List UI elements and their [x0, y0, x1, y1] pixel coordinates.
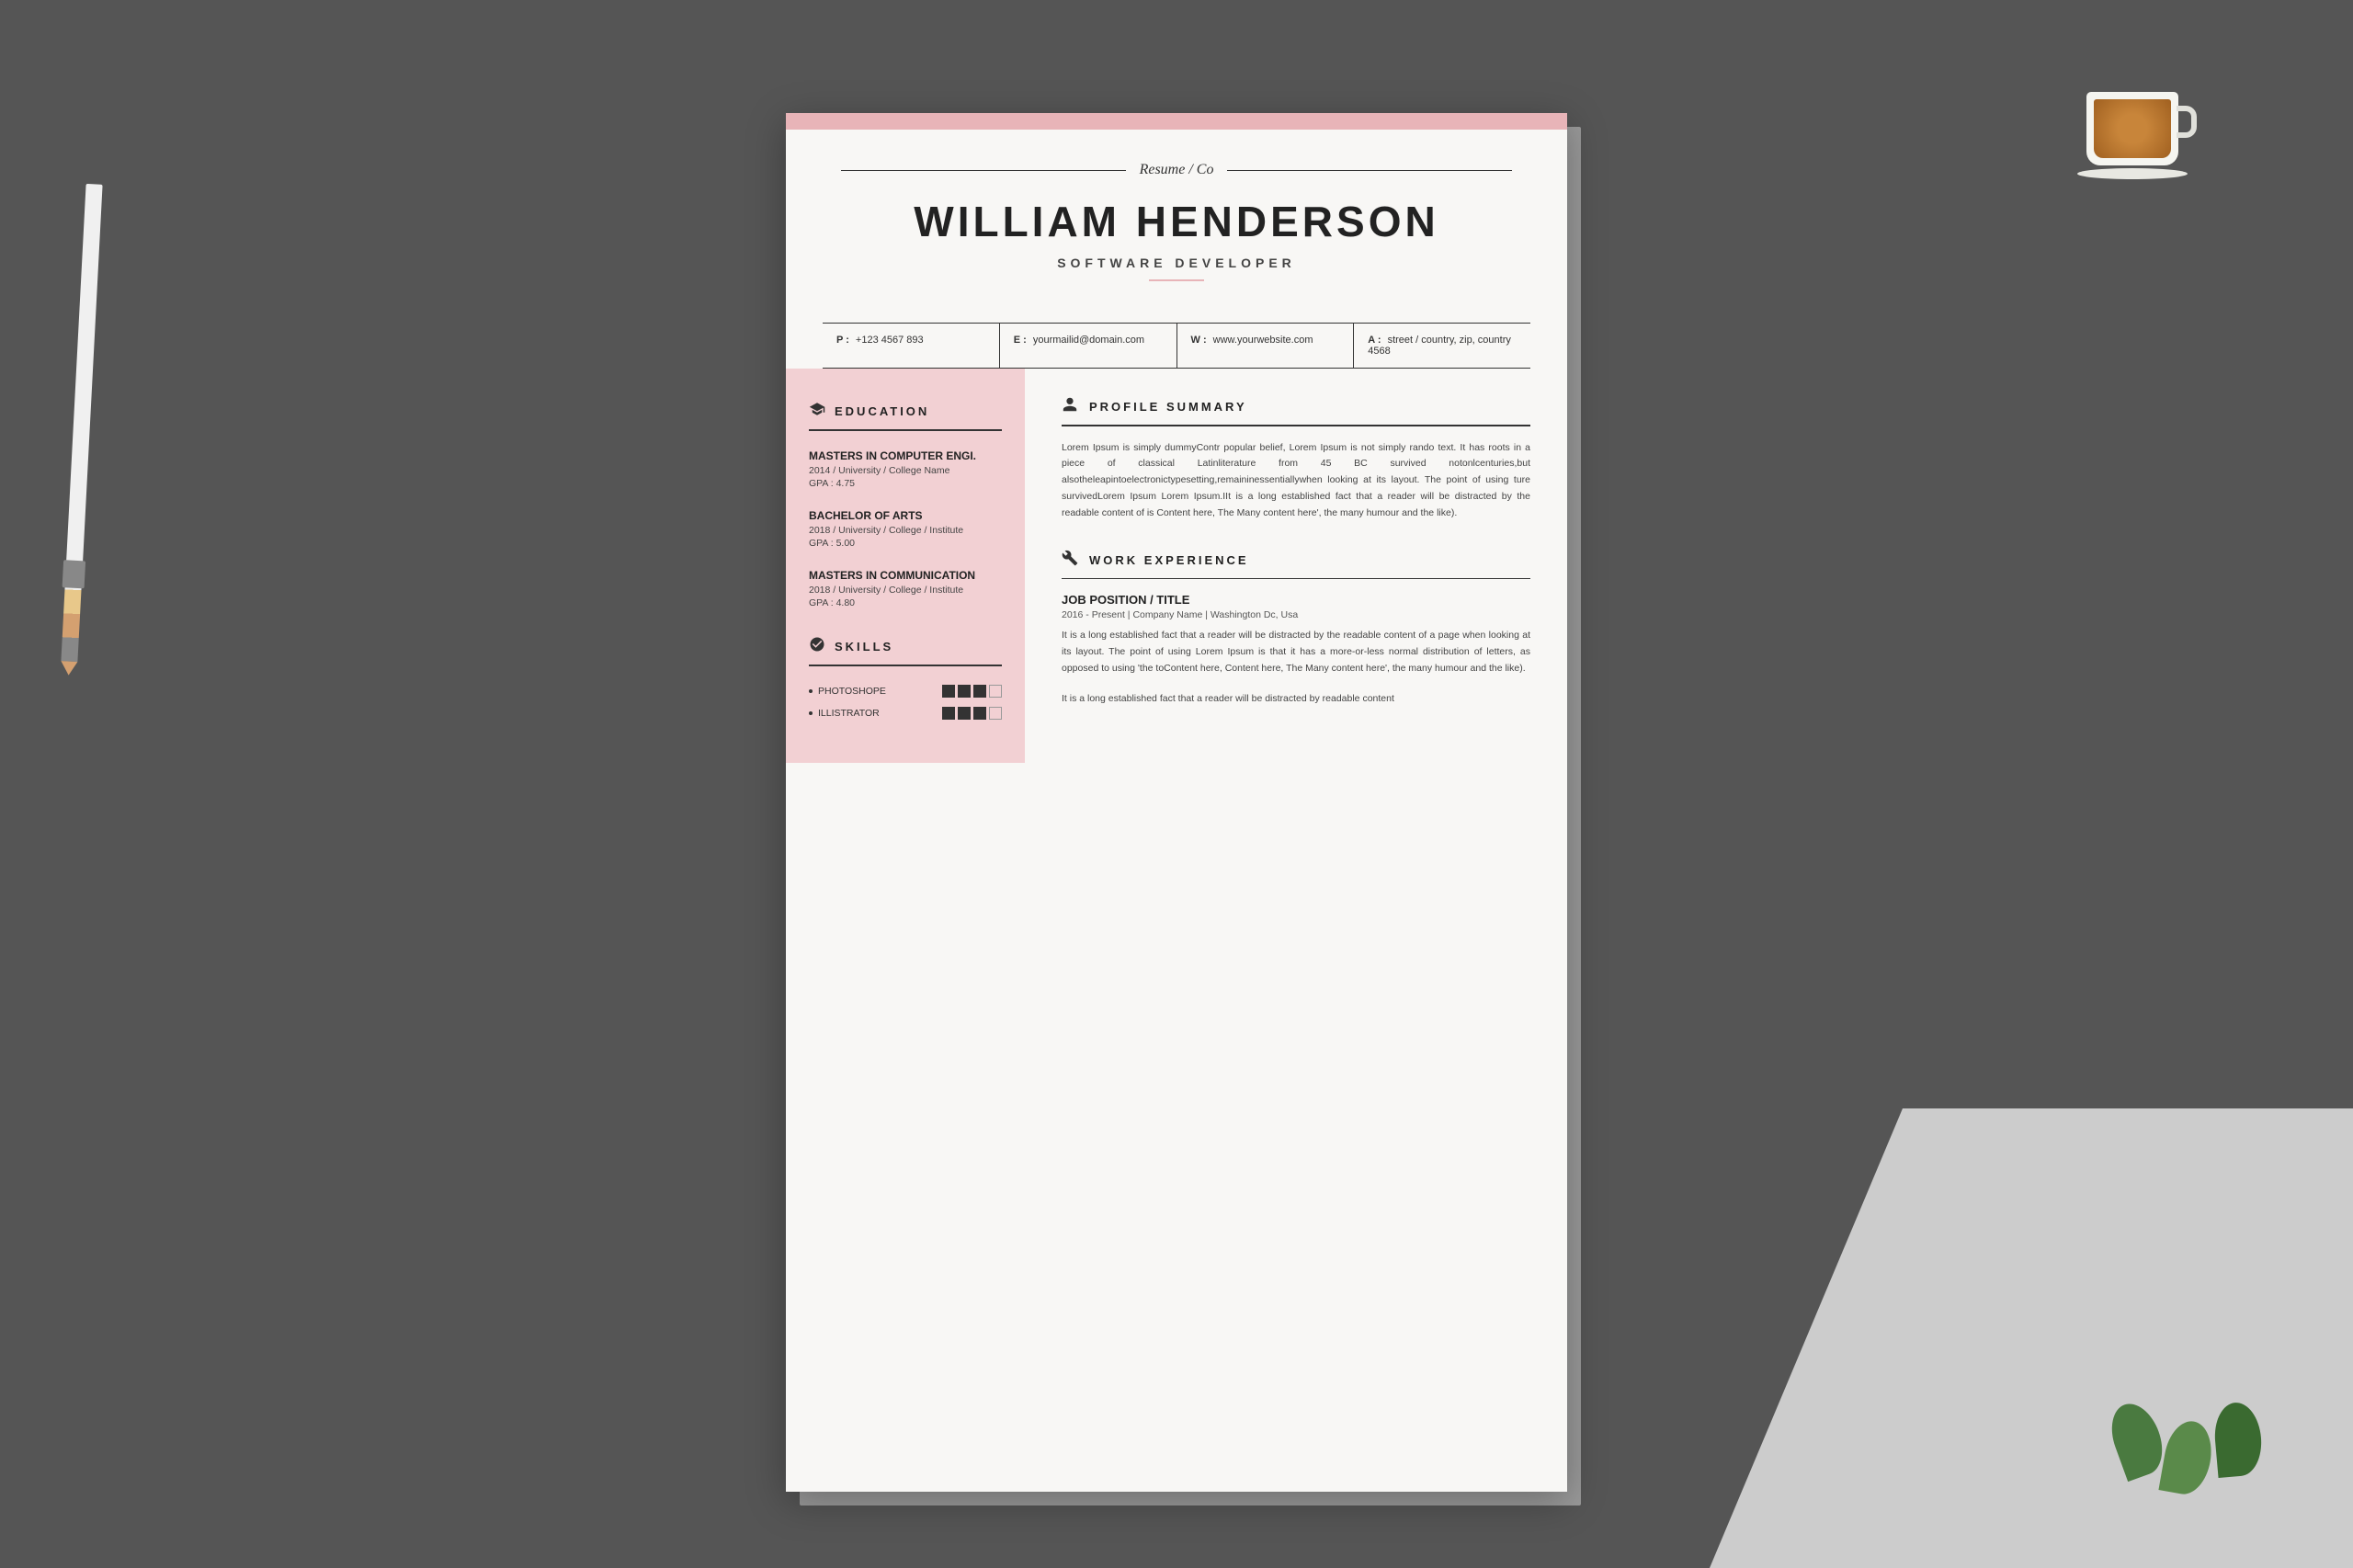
skill-bar-2-2: [958, 707, 971, 720]
skill-bars-1: [942, 685, 1002, 698]
job-description-2: It is a long established fact that a rea…: [1062, 691, 1530, 708]
resume-name: WILLIAM HENDERSON: [841, 197, 1512, 246]
work-icon: [1062, 550, 1078, 571]
skill-bar-2-1: [942, 707, 955, 720]
address-label: A :: [1368, 335, 1381, 346]
profile-summary-section: PROFILE SUMMARY Lorem Ipsum is simply du…: [1062, 396, 1530, 522]
edu-item-1: MASTERS IN COMPUTER ENGI. 2014 / Univers…: [809, 449, 1002, 489]
skills-divider: [809, 665, 1002, 666]
job-subtitle-1: 2016 - Present | Company Name | Washingt…: [1062, 609, 1530, 620]
edu-gpa-3: GPA : 4.80: [809, 597, 1002, 608]
job-item-2: It is a long established fact that a rea…: [1062, 691, 1530, 708]
edu-degree-2: BACHELOR OF ARTS: [809, 509, 1002, 522]
job-title-1: JOB POSITION / TITLE: [1062, 593, 1530, 607]
profile-icon: [1062, 396, 1078, 417]
leaf-2: [2158, 1417, 2216, 1497]
resume-wrapper: Resume / Co WILLIAM HENDERSON SOFTWARE D…: [786, 113, 1567, 1492]
profile-summary-text: Lorem Ipsum is simply dummyContr popular…: [1062, 440, 1530, 522]
skill-bars-2: [942, 707, 1002, 720]
skill-bar-1-4: [989, 685, 1002, 698]
skill-bar-1-1: [942, 685, 955, 698]
skill-dot-1: [809, 689, 813, 693]
profile-summary-divider: [1062, 425, 1530, 426]
skills-section: SKILLS PHOTOSHOPE: [809, 636, 1002, 720]
contact-website: W : www.yourwebsite.com: [1177, 324, 1355, 368]
coffee-saucer: [2077, 168, 2188, 179]
edu-details-1: 2014 / University / College Name: [809, 465, 1002, 476]
profile-summary-title: PROFILE SUMMARY: [1089, 400, 1247, 414]
skill-item-2: ILLISTRATOR: [809, 707, 1002, 720]
logo-line: Resume / Co: [841, 162, 1512, 178]
email-label: E :: [1014, 335, 1027, 346]
skill-name-1: PHOTOSHOPE: [809, 686, 886, 697]
edu-details-3: 2018 / University / College / Institute: [809, 585, 1002, 596]
job-description-1: It is a long established fact that a rea…: [1062, 628, 1530, 677]
skills-title-text: SKILLS: [835, 640, 893, 653]
plant-leaves: [2114, 1403, 2261, 1494]
skill-name-2: ILLISTRATOR: [809, 708, 880, 719]
plant-decoration: [2114, 1403, 2261, 1494]
edu-degree-1: MASTERS IN COMPUTER ENGI.: [809, 449, 1002, 462]
resume-header: Resume / Co WILLIAM HENDERSON SOFTWARE D…: [786, 130, 1567, 323]
coffee-cup-area: [2086, 92, 2188, 179]
phone-label: P :: [836, 335, 849, 346]
skill-bar-2-3: [973, 707, 986, 720]
education-section: EDUCATION MASTERS IN COMPUTER ENGI. 2014…: [809, 401, 1002, 608]
edu-gpa-2: GPA : 5.00: [809, 538, 1002, 549]
pencil-clip: [63, 560, 86, 588]
skill-dot-2: [809, 711, 813, 715]
resume-title: SOFTWARE DEVELOPER: [841, 256, 1512, 270]
work-experience-section: WORK EXPERIENCE JOB POSITION / TITLE 201…: [1062, 550, 1530, 708]
resume-body: EDUCATION MASTERS IN COMPUTER ENGI. 2014…: [786, 369, 1567, 763]
leaf-3: [2212, 1401, 2265, 1478]
skills-icon: [809, 636, 825, 657]
job-item-1: JOB POSITION / TITLE 2016 - Present | Co…: [1062, 593, 1530, 677]
coffee-cup: [2086, 92, 2178, 165]
phone-value: +123 4567 893: [856, 335, 924, 346]
logo-line-left: [841, 170, 1126, 171]
work-experience-header: WORK EXPERIENCE: [1062, 550, 1530, 571]
skill-bar-1-3: [973, 685, 986, 698]
contact-email: E : yourmailid@domain.com: [1000, 324, 1177, 368]
resume-sidebar: EDUCATION MASTERS IN COMPUTER ENGI. 2014…: [786, 369, 1025, 763]
coffee-handle: [2177, 106, 2197, 138]
work-experience-divider: [1062, 578, 1530, 580]
contact-bar: P : +123 4567 893 E : yourmailid@domain.…: [823, 323, 1530, 369]
edu-details-2: 2018 / University / College / Institute: [809, 525, 1002, 536]
profile-summary-header: PROFILE SUMMARY: [1062, 396, 1530, 417]
website-value: www.yourwebsite.com: [1213, 335, 1313, 346]
contact-phone: P : +123 4567 893: [823, 324, 1000, 368]
edu-degree-3: MASTERS IN COMMUNICATION: [809, 569, 1002, 582]
title-underline: [1149, 279, 1204, 281]
edu-item-2: BACHELOR OF ARTS 2018 / University / Col…: [809, 509, 1002, 549]
edu-item-3: MASTERS IN COMMUNICATION 2018 / Universi…: [809, 569, 1002, 608]
logo-line-right: [1227, 170, 1512, 171]
skill-bar-2-4: [989, 707, 1002, 720]
website-label: W :: [1191, 335, 1207, 346]
skill-item-1: PHOTOSHOPE: [809, 685, 1002, 698]
address-value: street / country, zip, country 4568: [1368, 335, 1511, 357]
resume-document: Resume / Co WILLIAM HENDERSON SOFTWARE D…: [786, 113, 1567, 1492]
education-title-row: EDUCATION: [809, 401, 1002, 422]
top-accent-bar: [786, 113, 1567, 130]
skill-bar-1-2: [958, 685, 971, 698]
edu-gpa-1: GPA : 4.75: [809, 478, 1002, 489]
contact-address: A : street / country, zip, country 4568: [1354, 324, 1530, 368]
skills-title-row: SKILLS: [809, 636, 1002, 657]
logo-text: Resume / Co: [1140, 162, 1214, 178]
resume-main-content: PROFILE SUMMARY Lorem Ipsum is simply du…: [1025, 369, 1567, 763]
education-divider: [809, 429, 1002, 431]
email-value: yourmailid@domain.com: [1033, 335, 1144, 346]
education-title-text: EDUCATION: [835, 404, 929, 418]
work-experience-title: WORK EXPERIENCE: [1089, 553, 1249, 567]
education-icon: [809, 401, 825, 422]
